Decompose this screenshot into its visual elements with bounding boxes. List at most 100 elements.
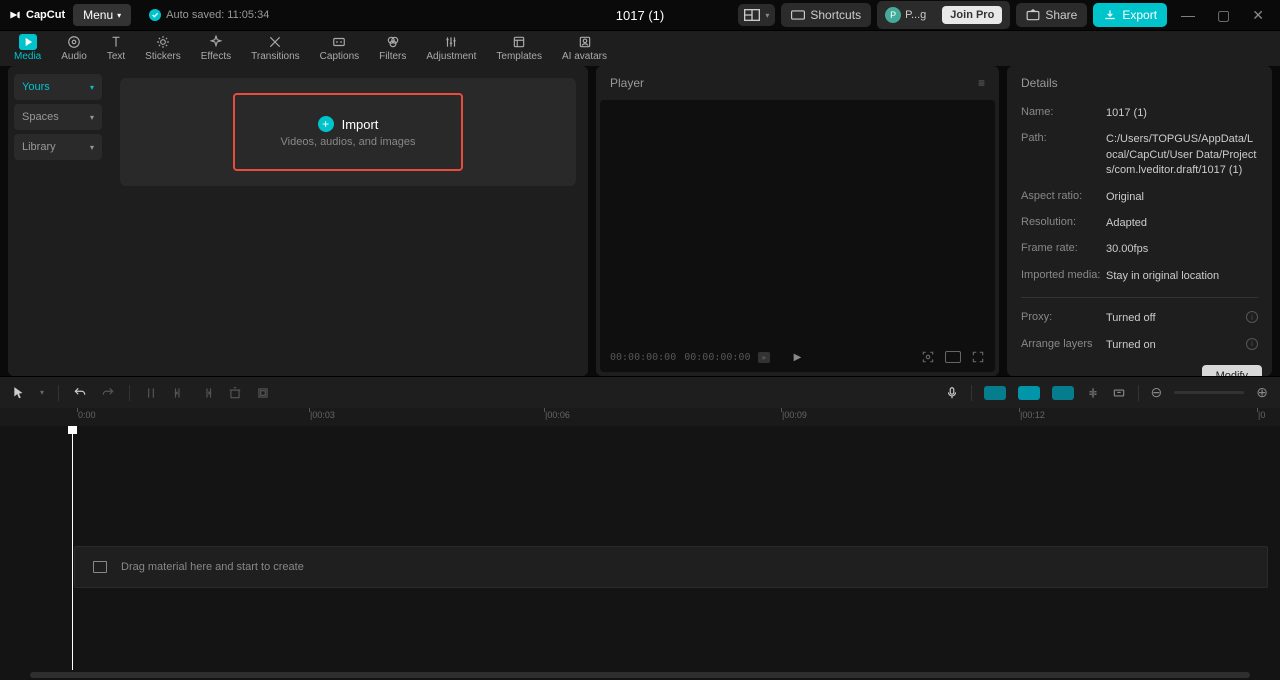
details-header: Details	[1007, 66, 1272, 100]
zoom-in-button[interactable]: ⊕	[1256, 384, 1268, 401]
split-button[interactable]	[144, 386, 158, 400]
tool-media[interactable]: Media	[4, 31, 51, 66]
tool-templates[interactable]: Templates	[486, 31, 552, 66]
info-icon[interactable]: i	[1246, 338, 1258, 350]
snap-button[interactable]	[1112, 386, 1126, 400]
detail-media-label: Imported media:	[1021, 269, 1106, 284]
undo-button[interactable]	[73, 386, 87, 400]
aspect-ratio-button[interactable]: ▾	[738, 4, 775, 26]
tool-label: AI avatars	[562, 51, 607, 62]
playhead[interactable]	[72, 426, 73, 670]
timeline-ruler[interactable]: 0:00 |00:03 |00:06 |00:09 |00:12 |0	[0, 408, 1280, 426]
tool-label: Filters	[379, 51, 406, 62]
main-area: Yours▾ Spaces▾ Library▾ + Import Videos,…	[0, 66, 1280, 376]
align-button[interactable]	[1086, 386, 1100, 400]
templates-icon	[511, 35, 527, 49]
ruler-mark: |00:12	[1020, 410, 1045, 420]
import-button[interactable]: + Import Videos, audios, and images	[233, 93, 463, 171]
autosave-status: Auto saved: 11:05:34	[149, 9, 269, 21]
detail-name-label: Name:	[1021, 106, 1106, 121]
minimize-button[interactable]: —	[1173, 7, 1203, 23]
maximize-button[interactable]: ▢	[1209, 7, 1238, 24]
detail-name-value: 1017 (1)	[1106, 106, 1147, 121]
tool-ai-avatars[interactable]: AI avatars	[552, 31, 617, 66]
fullscreen-icon[interactable]	[971, 350, 985, 364]
pointer-tool[interactable]	[12, 386, 26, 400]
close-button[interactable]: ✕	[1244, 7, 1272, 24]
scan-icon[interactable]	[921, 350, 935, 364]
title-bar: CapCut Menu ▾ Auto saved: 11:05:34 1017 …	[0, 0, 1280, 30]
play-button[interactable]: ▶	[794, 352, 802, 363]
tool-filters[interactable]: Filters	[369, 31, 416, 66]
track-toggle-1[interactable]	[984, 386, 1006, 400]
menu-button[interactable]: Menu ▾	[73, 4, 131, 26]
export-button[interactable]: Export	[1093, 3, 1167, 27]
timeline-tracks[interactable]: Drag material here and start to create	[0, 426, 1280, 670]
time-expand-icon[interactable]: ▸	[758, 352, 770, 363]
tool-stickers[interactable]: Stickers	[135, 31, 191, 66]
drop-hint: Drag material here and start to create	[121, 561, 304, 573]
share-label: Share	[1045, 8, 1077, 22]
trim-left-button[interactable]	[172, 386, 186, 400]
ruler-mark: |00:06	[545, 410, 570, 420]
adjustment-icon	[443, 35, 459, 49]
nav-label: Library	[22, 141, 56, 153]
horizontal-scrollbar[interactable]	[0, 670, 1280, 680]
drop-track[interactable]: Drag material here and start to create	[74, 546, 1268, 588]
titlebar-right: ▾ Shortcuts P P...g Join Pro Share Expor…	[738, 1, 1272, 29]
join-pro-label: Join Pro	[942, 6, 1002, 24]
tool-transitions[interactable]: Transitions	[241, 31, 310, 66]
tool-text[interactable]: Text	[97, 31, 135, 66]
tool-label: Adjustment	[426, 51, 476, 62]
detail-aspect-value: Original	[1106, 190, 1144, 205]
redo-button[interactable]	[101, 386, 115, 400]
chevron-down-icon: ▾	[90, 113, 94, 122]
user-segment[interactable]: P P...g	[877, 2, 934, 28]
ratio-icon[interactable]	[945, 351, 961, 363]
tool-label: Transitions	[251, 51, 300, 62]
player-controls: 00:00:00:00 00:00:00:00 ▸ ▶	[610, 350, 985, 364]
detail-path-label: Path:	[1021, 132, 1106, 178]
delete-button[interactable]	[228, 386, 242, 400]
chevron-down-icon: ▾	[90, 143, 94, 152]
player-title: Player	[610, 76, 644, 90]
detail-aspect-label: Aspect ratio:	[1021, 190, 1106, 205]
tool-captions[interactable]: Captions	[310, 31, 369, 66]
scrollbar-thumb[interactable]	[30, 672, 1250, 678]
nav-library[interactable]: Library ▾	[14, 134, 102, 160]
effects-icon	[208, 35, 224, 49]
join-pro-button[interactable]: Join Pro	[934, 1, 1010, 29]
zoom-slider[interactable]	[1174, 391, 1244, 394]
clip-icon	[93, 561, 107, 573]
detail-resolution-value: Adapted	[1106, 216, 1147, 231]
export-label: Export	[1122, 8, 1157, 22]
track-toggle-2[interactable]	[1018, 386, 1040, 400]
tool-audio[interactable]: Audio	[51, 31, 97, 66]
nav-yours[interactable]: Yours▾	[14, 74, 102, 100]
import-label: Import	[342, 117, 379, 132]
tool-effects[interactable]: Effects	[191, 31, 241, 66]
detail-fps-value: 30.00fps	[1106, 242, 1148, 257]
nav-spaces[interactable]: Spaces▾	[14, 104, 102, 130]
zoom-out-button[interactable]: ⊖	[1151, 384, 1163, 401]
shortcuts-button[interactable]: Shortcuts	[781, 3, 871, 27]
pointer-dropdown[interactable]: ▾	[40, 388, 44, 397]
trim-right-button[interactable]	[200, 386, 214, 400]
player-menu-icon[interactable]: ≡	[978, 76, 985, 90]
crop-button[interactable]	[256, 386, 270, 400]
nav-label: Yours	[22, 81, 50, 93]
media-icon	[20, 35, 36, 49]
share-button[interactable]: Share	[1016, 3, 1087, 27]
tool-adjustment[interactable]: Adjustment	[416, 31, 486, 66]
chevron-down-icon: ▾	[117, 11, 121, 20]
captions-icon	[331, 35, 347, 49]
app-name: CapCut	[26, 9, 65, 21]
menu-label: Menu	[83, 8, 113, 22]
ai-avatars-icon	[577, 35, 593, 49]
import-dropzone: + Import Videos, audios, and images	[120, 78, 576, 186]
mic-button[interactable]	[945, 386, 959, 400]
user-name: P...g	[905, 9, 926, 21]
track-toggle-3[interactable]	[1052, 386, 1074, 400]
divider	[129, 385, 130, 401]
info-icon[interactable]: i	[1246, 311, 1258, 323]
